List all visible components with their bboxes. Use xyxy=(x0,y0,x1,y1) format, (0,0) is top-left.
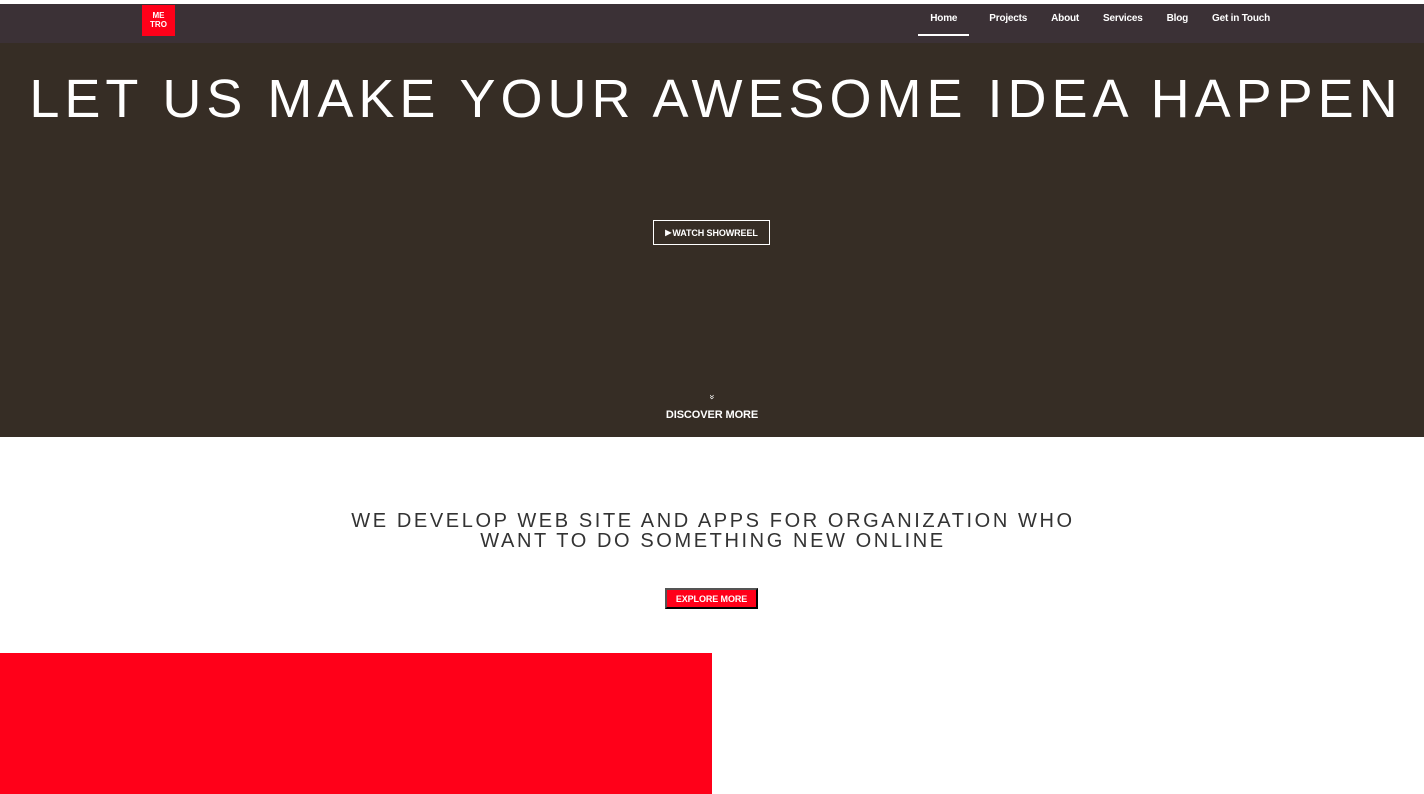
watch-showreel-label: WATCH SHOWREEL xyxy=(672,227,758,238)
red-feature-block xyxy=(0,653,712,794)
metro-logo[interactable]: ME TRO xyxy=(142,5,175,36)
nav-item-projects[interactable]: Projects xyxy=(977,4,1039,43)
nav-item-services[interactable]: Services xyxy=(1091,4,1155,43)
intro-tagline-line-1: WE DEVELOP WEB SITE AND APPS FOR ORGANIZ… xyxy=(351,510,1075,532)
intro-tagline-line-2: WANT TO DO SOMETHING NEW ONLINE xyxy=(480,530,946,552)
double-chevron-down-icon: » xyxy=(707,394,718,400)
hero-title: LET US MAKE YOUR AWESOME IDEA HAPPEN xyxy=(29,69,1403,129)
discover-more-link[interactable]: » DISCOVER MORE xyxy=(0,386,1424,422)
logo-line-1: ME xyxy=(152,11,165,20)
intro-tagline: WE DEVELOP WEB SITE AND APPS FOR ORGANIZ… xyxy=(0,511,1424,551)
nav-item-home[interactable]: Home xyxy=(918,4,970,43)
main-nav: Home Projects About Services Blog Get in… xyxy=(918,4,1282,43)
watch-showreel-button[interactable]: ▶ WATCH SHOWREEL xyxy=(653,220,770,245)
explore-more-button[interactable]: EXPLORE MORE xyxy=(665,588,758,609)
navbar: ME TRO Home Projects About Services Blog… xyxy=(0,4,1424,43)
nav-item-get-in-touch[interactable]: Get in Touch xyxy=(1200,4,1282,43)
nav-item-blog[interactable]: Blog xyxy=(1155,4,1200,43)
discover-more-label: DISCOVER MORE xyxy=(665,409,759,421)
page: ME TRO Home Projects About Services Blog… xyxy=(0,0,1424,794)
logo-line-2: TRO xyxy=(150,20,167,29)
hero-section: LET US MAKE YOUR AWESOME IDEA HAPPEN ▶ W… xyxy=(0,43,1424,437)
nav-item-about[interactable]: About xyxy=(1039,4,1091,43)
play-icon: ▶ xyxy=(665,228,672,237)
